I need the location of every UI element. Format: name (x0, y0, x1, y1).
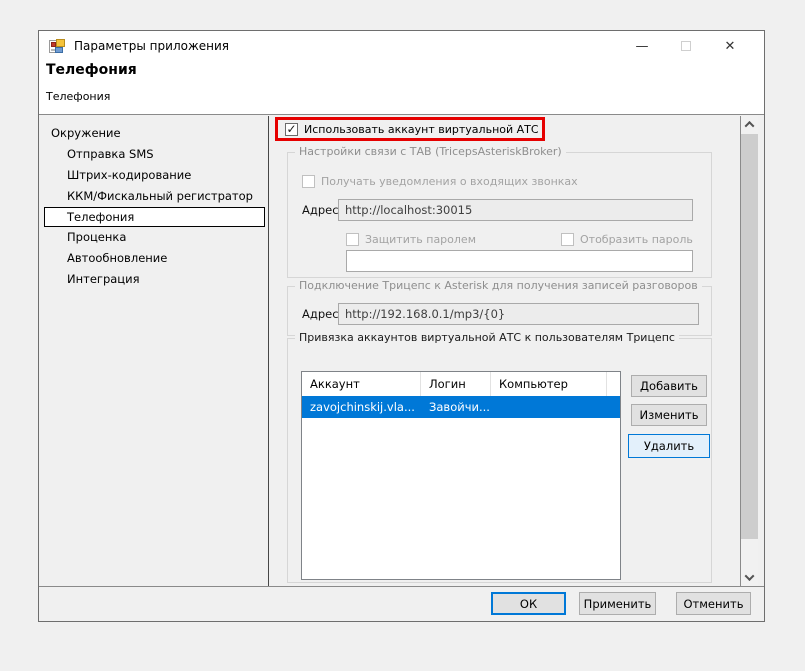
use-vats-highlight: ✓ Использовать аккаунт виртуальной АТС (275, 117, 545, 141)
sidebar-item-telephony[interactable]: Телефония (44, 207, 265, 227)
use-vats-checkbox[interactable]: ✓ (285, 123, 298, 136)
cell-computer (491, 396, 607, 418)
scroll-down-icon[interactable] (741, 569, 758, 586)
show-password-row: Отобразить пароль (561, 233, 693, 246)
page-title: Телефония (46, 62, 137, 78)
notify-checkbox-row: Получать уведомления о входящих звонках (302, 175, 578, 188)
dialog-body: Окружение Отправка SMS Штрих-кодирование… (39, 116, 764, 586)
scroll-up-icon[interactable] (741, 116, 758, 133)
sidebar-item-autoupdate[interactable]: Автообновление (39, 248, 268, 269)
check-icon: ✓ (286, 124, 296, 135)
account-binding-group-title: Привязка аккаунтов виртуальной АТС к пол… (295, 331, 679, 344)
asterisk-address-label: Адрес (302, 307, 339, 321)
delete-button[interactable]: Удалить (628, 434, 710, 458)
notify-checkbox-label: Получать уведомления о входящих звонках (321, 175, 578, 188)
show-password-checkbox (561, 233, 574, 246)
settings-tree: Окружение Отправка SMS Штрих-кодирование… (39, 116, 269, 586)
column-header-login[interactable]: Логин (421, 372, 491, 396)
asterisk-address-input: http://192.168.0.1/mp3/{0} (338, 303, 699, 325)
table-row[interactable]: zavojchinskij.vla... Завойчи... (302, 396, 620, 418)
use-vats-label: Использовать аккаунт виртуальной АТС (304, 123, 539, 136)
close-icon[interactable]: ✕ (708, 33, 752, 59)
app-icon (49, 39, 65, 54)
accounts-table: Аккаунт Логин Компьютер zavojchinskij.vl… (301, 371, 621, 580)
window-title: Параметры приложения (74, 39, 229, 53)
sidebar-item-integration[interactable]: Интеграция (39, 269, 268, 290)
cell-account: zavojchinskij.vla... (302, 396, 421, 418)
column-header-computer[interactable]: Компьютер (491, 372, 607, 396)
protect-password-label: Защитить паролем (365, 233, 476, 246)
asterisk-group: Подключение Трицепс к Asterisk для получ… (287, 286, 712, 336)
window-controls: — ✕ (620, 33, 752, 59)
edit-button[interactable]: Изменить (631, 404, 707, 426)
dialog-header-area: Параметры приложения — ✕ Телефония Телеф… (39, 31, 764, 115)
sidebar-item-sms[interactable]: Отправка SMS (39, 144, 268, 165)
ok-button[interactable]: ОК (491, 592, 566, 615)
sidebar-item-environment[interactable]: Окружение (39, 123, 268, 144)
dialog-footer: ОК Применить Отменить (39, 586, 764, 621)
notify-checkbox (302, 175, 315, 188)
apply-button[interactable]: Применить (579, 592, 656, 615)
scrollbar-thumb[interactable] (741, 134, 758, 539)
tab-settings-group-title: Настройки связи с ТАВ (TricepsAsteriskBr… (295, 145, 566, 158)
page-subtitle: Телефония (46, 90, 110, 103)
column-header-account[interactable]: Аккаунт (302, 372, 421, 396)
account-binding-group: Привязка аккаунтов виртуальной АТС к пол… (287, 338, 712, 583)
protect-password-row: Защитить паролем (346, 233, 476, 246)
show-password-label: Отобразить пароль (580, 233, 693, 246)
cell-login: Завойчи... (421, 396, 491, 418)
telephony-settings-panel: ✓ Использовать аккаунт виртуальной АТС Н… (269, 116, 741, 586)
minimize-icon[interactable]: — (620, 33, 664, 59)
tab-settings-group: Настройки связи с ТАВ (TricepsAsteriskBr… (287, 152, 712, 278)
cancel-button[interactable]: Отменить (676, 592, 751, 615)
maximize-icon (664, 33, 708, 59)
add-button[interactable]: Добавить (631, 375, 707, 397)
asterisk-group-title: Подключение Трицепс к Asterisk для получ… (295, 279, 702, 292)
protect-password-checkbox (346, 233, 359, 246)
title-bar: Параметры приложения — ✕ (39, 31, 764, 61)
app-parameters-dialog: Параметры приложения — ✕ Телефония Телеф… (38, 30, 765, 622)
tab-address-input: http://localhost:30015 (338, 199, 693, 221)
vertical-scrollbar (741, 116, 758, 586)
tab-address-label: Адрес (302, 203, 339, 217)
password-input (346, 250, 693, 272)
accounts-table-header: Аккаунт Логин Компьютер (302, 372, 620, 396)
sidebar-item-pricing[interactable]: Проценка (39, 227, 268, 248)
sidebar-item-kkm[interactable]: ККМ/Фискальный регистратор (39, 186, 268, 207)
sidebar-item-barcoding[interactable]: Штрих-кодирование (39, 165, 268, 186)
